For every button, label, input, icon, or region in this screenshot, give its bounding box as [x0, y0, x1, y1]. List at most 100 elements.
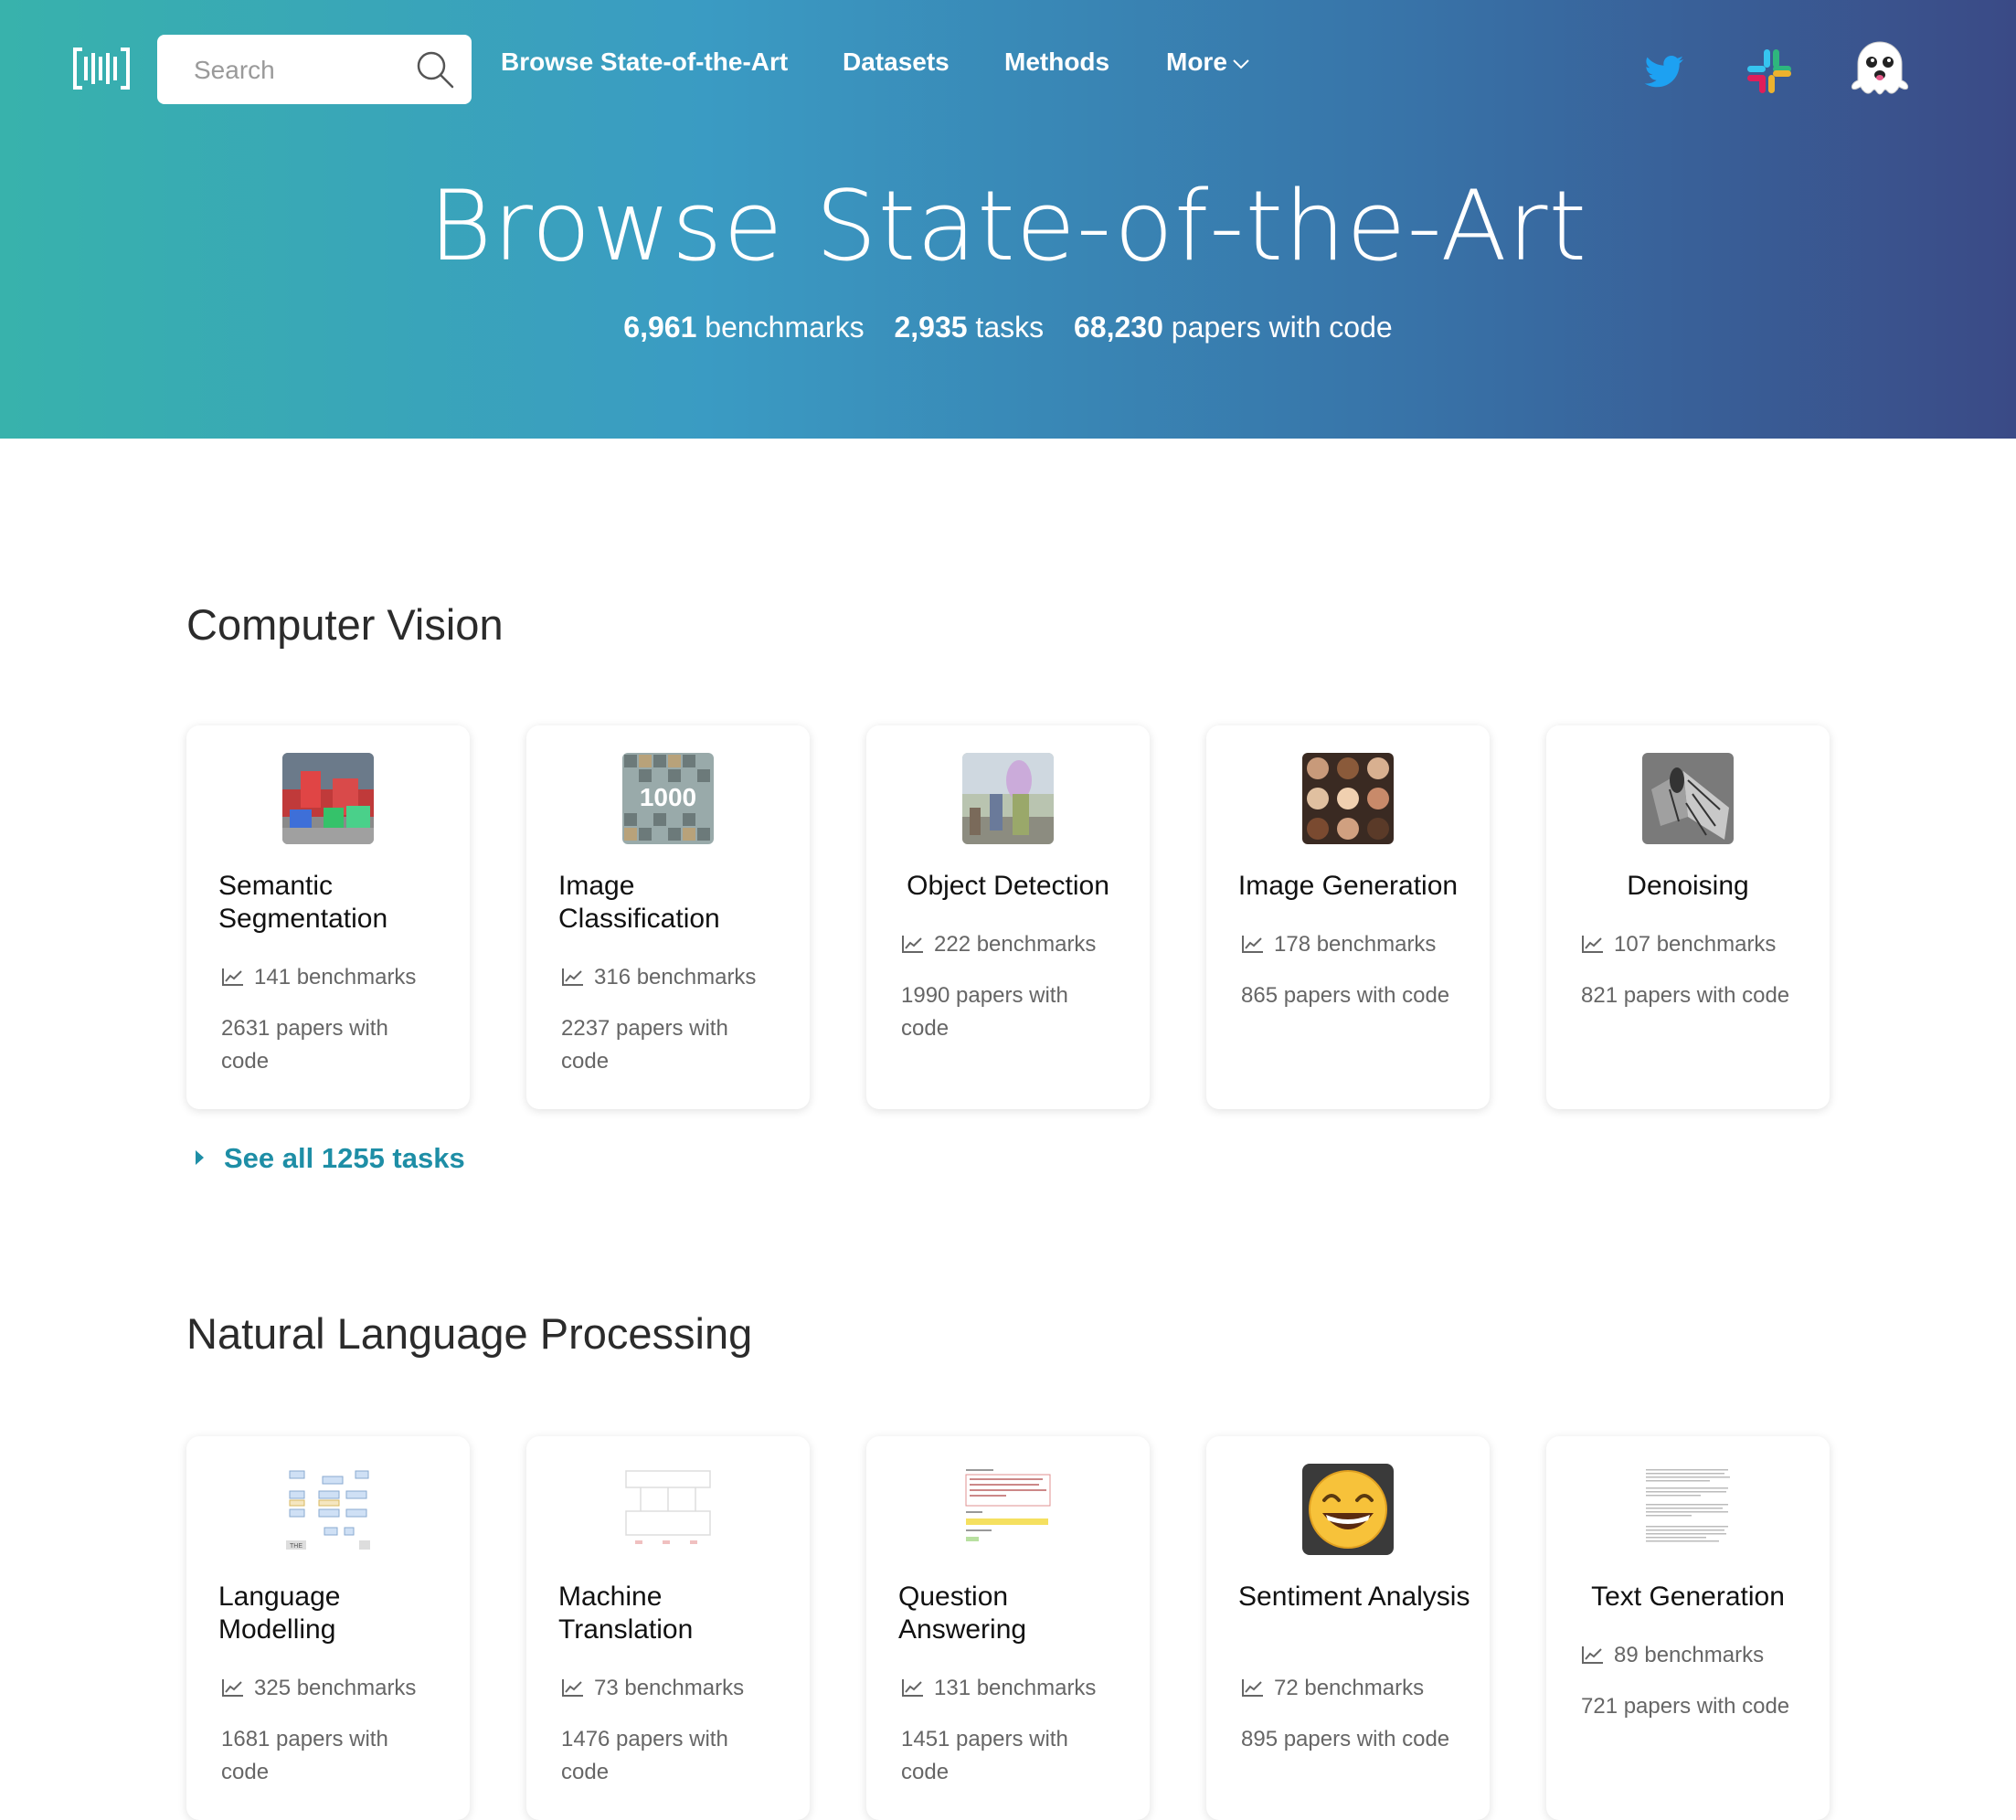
stat-value: 68,230 — [1074, 311, 1163, 344]
benchmark-label: 73 benchmarks — [594, 1676, 745, 1700]
papers-count: 865 papers with code — [1241, 983, 1450, 1008]
denoising-thumbnail — [1642, 753, 1734, 844]
section-title-nlp: Natural Language Processing — [186, 1309, 753, 1358]
papers-count: 1681 papers with code — [221, 1727, 388, 1784]
chart-line-icon — [1242, 936, 1263, 953]
object-detection-thumbnail — [962, 753, 1054, 844]
benchmark-label: 131 benchmarks — [934, 1676, 1097, 1700]
task-card-machine-translation[interactable]: Machine Translation 73 benchmarks 1476 p… — [526, 1436, 810, 1820]
nav-more[interactable]: More — [1166, 48, 1249, 77]
stat-label: papers with code — [1171, 311, 1393, 344]
benchmark-label: 89 benchmarks — [1614, 1643, 1765, 1667]
chart-line-icon — [1242, 1679, 1263, 1697]
chart-line-icon — [902, 936, 923, 953]
search-box[interactable] — [157, 35, 472, 104]
task-title: Language Modelling — [218, 1582, 341, 1645]
question-answering-thumbnail — [962, 1464, 1054, 1555]
semantic-segmentation-thumbnail — [282, 753, 374, 844]
benchmark-count: 72 benchmarks — [1241, 1676, 1424, 1701]
image-classification-thumbnail: 1000 — [622, 753, 714, 844]
benchmark-count: 178 benchmarks — [1241, 932, 1436, 958]
hero-banner: Browse State-of-the-Art Datasets Methods… — [0, 0, 2016, 439]
stat-label: benchmarks — [705, 311, 865, 344]
task-title: Text Generation — [1591, 1582, 1785, 1612]
benchmark-label: 141 benchmarks — [254, 965, 417, 989]
benchmark-count: 316 benchmarks — [561, 965, 756, 990]
caret-right-icon — [196, 1150, 204, 1165]
benchmark-count: 141 benchmarks — [221, 965, 416, 990]
benchmark-label: 316 benchmarks — [594, 965, 757, 989]
page-title: Browse State-of-the-Art — [428, 170, 1588, 282]
task-card-image-classification[interactable]: 1000 Image Classification 316 benchmarks… — [526, 725, 810, 1109]
chart-line-icon — [1582, 936, 1603, 953]
task-card-object-detection[interactable]: Object Detection 222 benchmarks 1990 pap… — [866, 725, 1150, 1109]
papers-count: 2631 papers with code — [221, 1016, 388, 1074]
stat-value: 6,961 — [623, 311, 697, 344]
ghost-icon[interactable] — [1848, 38, 1912, 99]
benchmark-label: 107 benchmarks — [1614, 932, 1777, 957]
task-card-language-modelling[interactable]: THE Language Modelling 325 benchmarks 16… — [186, 1436, 470, 1820]
benchmark-count: 89 benchmarks — [1581, 1643, 1764, 1668]
nav-more-label: More — [1166, 48, 1227, 76]
benchmark-count: 131 benchmarks — [901, 1676, 1096, 1701]
stat-value: 2,935 — [894, 311, 968, 344]
task-title: Denoising — [1627, 871, 1749, 901]
papers-with-code-logo-icon[interactable] — [73, 46, 130, 91]
task-title: Question Answering — [898, 1582, 1027, 1645]
hero-stats: 6,961 benchmarks 2,935 tasks 68,230 pape… — [0, 311, 2016, 344]
task-title: Image Generation — [1237, 871, 1459, 901]
chart-line-icon — [1582, 1646, 1603, 1664]
nav-browse-sota[interactable]: Browse State-of-the-Art — [501, 48, 788, 77]
stat-label: tasks — [975, 311, 1045, 344]
task-title: Machine Translation — [558, 1582, 694, 1645]
stat-benchmarks: 6,961 benchmarks — [623, 311, 864, 344]
task-card-denoising[interactable]: Denoising 107 benchmarks 821 papers with… — [1546, 725, 1830, 1109]
task-card-image-generation[interactable]: Image Generation 178 benchmarks 865 pape… — [1206, 725, 1490, 1109]
chart-line-icon — [562, 968, 583, 986]
benchmark-count: 107 benchmarks — [1581, 932, 1776, 958]
search-input[interactable] — [192, 51, 406, 90]
chart-line-icon — [902, 1679, 923, 1697]
benchmark-label: 325 benchmarks — [254, 1676, 417, 1700]
stat-tasks: 2,935 tasks — [894, 311, 1044, 344]
benchmark-count: 325 benchmarks — [221, 1676, 416, 1701]
svg-text:THE: THE — [290, 1543, 302, 1550]
text-generation-thumbnail — [1642, 1464, 1734, 1555]
slack-icon[interactable] — [1742, 44, 1797, 99]
search-icon[interactable] — [415, 49, 455, 90]
svg-text:1000: 1000 — [640, 783, 696, 811]
image-generation-thumbnail — [1302, 753, 1394, 844]
papers-count: 821 papers with code — [1581, 983, 1790, 1008]
benchmark-label: 222 benchmarks — [934, 932, 1097, 957]
task-card-question-answering[interactable]: Question Answering 131 benchmarks 1451 p… — [866, 1436, 1150, 1820]
see-all-tasks-link[interactable]: See all 1255 tasks — [196, 1142, 465, 1175]
task-card-text-generation[interactable]: Text Generation 89 benchmarks 721 papers… — [1546, 1436, 1830, 1820]
stat-papers: 68,230 papers with code — [1074, 311, 1393, 344]
papers-count: 1476 papers with code — [561, 1727, 728, 1784]
benchmark-label: 72 benchmarks — [1274, 1676, 1425, 1700]
machine-translation-thumbnail — [622, 1464, 714, 1555]
chart-line-icon — [562, 1679, 583, 1697]
smiley-emoji-icon — [1302, 1464, 1394, 1555]
twitter-icon[interactable] — [1638, 44, 1692, 99]
chevron-down-icon — [1233, 58, 1249, 69]
see-all-label: See all 1255 tasks — [224, 1142, 465, 1174]
task-card-sentiment-analysis[interactable]: Sentiment Analysis 72 benchmarks 895 pap… — [1206, 1436, 1490, 1820]
task-title: Object Detection — [907, 871, 1109, 901]
nav-methods[interactable]: Methods — [1004, 48, 1109, 77]
papers-count: 721 papers with code — [1581, 1694, 1790, 1719]
language-modelling-thumbnail: THE — [282, 1464, 374, 1555]
chart-line-icon — [222, 968, 243, 986]
task-title: Semantic Segmentation — [218, 871, 388, 934]
chart-line-icon — [222, 1679, 243, 1697]
papers-count: 1990 papers with code — [901, 983, 1068, 1041]
benchmark-label: 178 benchmarks — [1274, 932, 1437, 957]
nav-datasets[interactable]: Datasets — [843, 48, 950, 77]
papers-count: 2237 papers with code — [561, 1016, 728, 1074]
section-title-computer-vision: Computer Vision — [186, 600, 504, 649]
papers-count: 1451 papers with code — [901, 1727, 1068, 1784]
task-title: Sentiment Analysis — [1238, 1582, 1470, 1612]
task-title: Image Classification — [558, 871, 720, 934]
task-card-semantic-segmentation[interactable]: Semantic Segmentation 141 benchmarks 263… — [186, 725, 470, 1109]
papers-count: 895 papers with code — [1241, 1727, 1450, 1751]
